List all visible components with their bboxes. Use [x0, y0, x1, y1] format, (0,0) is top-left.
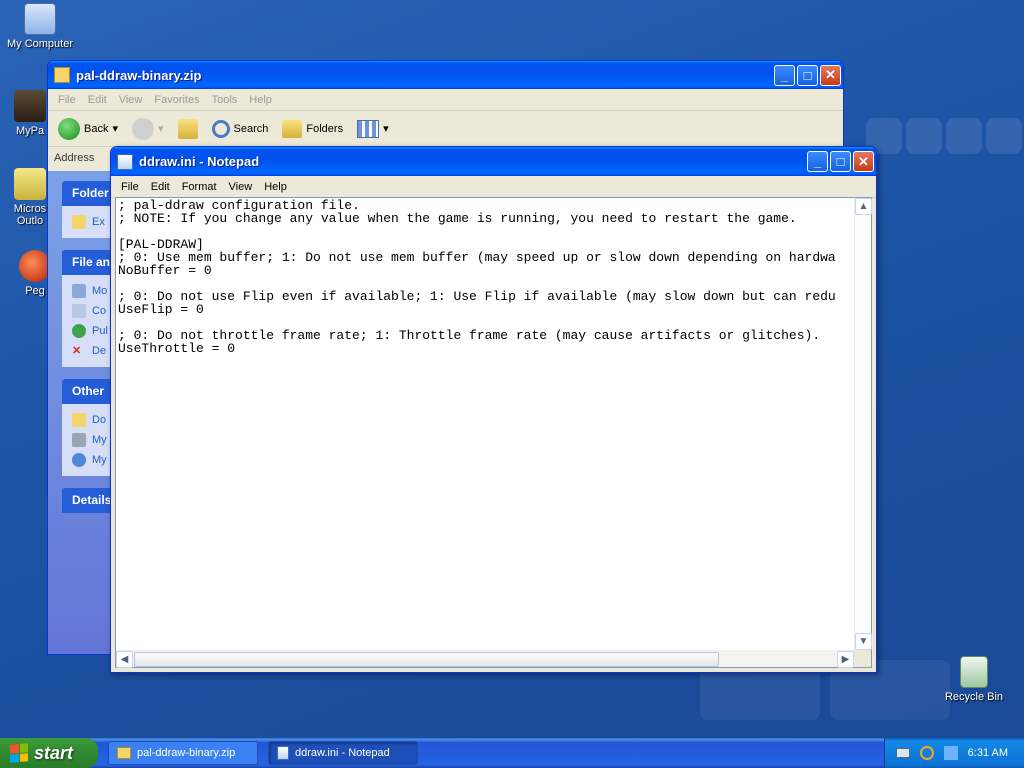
network-icon[interactable]: [943, 746, 958, 760]
taskbar-button-label: ddraw.ini - Notepad: [295, 747, 390, 759]
menu-edit[interactable]: Edit: [82, 94, 113, 106]
outlook-icon: [14, 168, 46, 200]
notepad-icon: [277, 746, 289, 760]
folders-label: Folders: [306, 122, 344, 135]
windows-flag-icon: [10, 743, 28, 763]
explorer-menubar: File Edit View Favorites Tools Help: [48, 89, 843, 111]
close-button[interactable]: ✕: [853, 151, 874, 172]
forward-arrow-icon: [132, 117, 154, 140]
desktop-icon-recycle-bin[interactable]: Recycle Bin: [934, 656, 1014, 703]
menu-view[interactable]: View: [113, 94, 149, 106]
zip-folder-icon: [117, 747, 131, 759]
up-button[interactable]: [174, 117, 202, 141]
menu-tools[interactable]: Tools: [206, 94, 244, 106]
folder-icon: [72, 413, 86, 427]
menu-file[interactable]: File: [52, 94, 82, 106]
start-label: start: [34, 742, 74, 763]
horizontal-scrollbar[interactable]: ◀ ▶: [116, 650, 854, 668]
folders-icon: [282, 119, 303, 138]
printer-icon: [72, 433, 86, 447]
minimize-button[interactable]: _: [807, 151, 828, 172]
computer-icon: [24, 3, 56, 35]
chevron-down-icon[interactable]: ▾: [112, 122, 118, 135]
delete-icon: ✕: [72, 345, 82, 357]
move-icon: [72, 284, 86, 298]
back-arrow-icon: [58, 117, 80, 140]
scroll-right-button[interactable]: ▶: [837, 651, 854, 668]
vertical-scrollbar[interactable]: ▲ ▼: [854, 198, 872, 650]
close-button[interactable]: ✕: [820, 64, 841, 86]
menu-view[interactable]: View: [223, 181, 259, 193]
scroll-up-button[interactable]: ▲: [855, 198, 872, 215]
notepad-icon: [117, 153, 133, 170]
desktop-icon-my-computer[interactable]: My Computer: [0, 3, 80, 50]
back-label: Back: [84, 122, 109, 135]
keyboard-icon[interactable]: [895, 748, 910, 758]
folders-button[interactable]: Folders: [278, 118, 347, 140]
minimize-button[interactable]: _: [774, 64, 795, 86]
maximize-button[interactable]: □: [797, 64, 818, 86]
menu-file[interactable]: File: [115, 181, 145, 193]
system-tray: 6:31 AM: [884, 738, 1024, 768]
maximize-button[interactable]: □: [830, 151, 851, 172]
person-icon: [14, 90, 46, 122]
desktop-icon-label: Recycle Bin: [944, 691, 1004, 703]
desktop-decoration: [986, 118, 1022, 154]
scroll-left-button[interactable]: ◀: [116, 651, 133, 668]
views-button[interactable]: ▾: [353, 118, 393, 140]
taskbar-button-label: pal-ddraw-binary.zip: [137, 747, 236, 759]
notepad-menubar: File Edit Format View Help: [111, 176, 876, 198]
zip-folder-icon: [72, 215, 86, 229]
menu-format[interactable]: Format: [176, 181, 223, 193]
explorer-title: pal-ddraw-binary.zip: [76, 67, 202, 83]
notepad-title: ddraw.ini - Notepad: [139, 154, 260, 169]
forward-button[interactable]: ▾: [128, 116, 168, 142]
size-grip[interactable]: [854, 650, 871, 667]
menu-favorites[interactable]: Favorites: [148, 94, 205, 106]
notepad-window[interactable]: ddraw.ini - Notepad _ □ ✕ File Edit Form…: [110, 146, 877, 673]
desktop-decoration: [946, 118, 982, 154]
taskbar: start pal-ddraw-binary.zip ddraw.ini - N…: [0, 738, 1024, 768]
back-button[interactable]: Back ▾: [54, 116, 122, 142]
scroll-down-button[interactable]: ▼: [855, 633, 872, 650]
menu-edit[interactable]: Edit: [145, 181, 176, 193]
menu-help[interactable]: Help: [243, 94, 278, 106]
views-icon: [357, 119, 380, 138]
desktop-icon-label: My Computer: [6, 38, 74, 50]
taskbar-button-notepad[interactable]: ddraw.ini - Notepad: [268, 741, 418, 765]
search-button[interactable]: Search: [208, 118, 273, 140]
zip-folder-icon: [54, 67, 70, 83]
search-label: Search: [233, 122, 269, 135]
horizontal-scroll-thumb[interactable]: [134, 652, 719, 667]
publish-icon: [72, 324, 86, 338]
taskbar-button-explorer[interactable]: pal-ddraw-binary.zip: [108, 741, 258, 765]
menu-help[interactable]: Help: [258, 181, 293, 193]
notepad-edit-area[interactable]: ; pal-ddraw configuration file. ; NOTE: …: [115, 197, 872, 668]
notepad-titlebar[interactable]: ddraw.ini - Notepad _ □ ✕: [111, 147, 876, 176]
search-icon: [211, 119, 230, 138]
copy-icon: [72, 304, 86, 318]
start-button[interactable]: start: [0, 738, 98, 768]
explorer-titlebar[interactable]: pal-ddraw-binary.zip _ □ ✕: [48, 61, 843, 89]
explorer-toolbar: Back ▾ ▾ Search Folders ▾: [48, 111, 843, 147]
recycle-bin-icon: [960, 656, 988, 688]
notepad-text[interactable]: ; pal-ddraw configuration file. ; NOTE: …: [118, 199, 851, 647]
explorer-task-pane: Folder Ex File an Mo Co Pul ✕ De Other Do…: [48, 171, 122, 654]
clock[interactable]: 6:31 AM: [968, 747, 1008, 759]
address-label: Address: [54, 152, 95, 164]
chevron-down-icon[interactable]: ▾: [383, 122, 389, 135]
search-icon[interactable]: [919, 746, 934, 760]
folder-up-icon: [177, 118, 198, 139]
network-icon: [72, 453, 86, 467]
desktop-decoration: [906, 118, 942, 154]
chevron-down-icon[interactable]: ▾: [158, 122, 164, 135]
